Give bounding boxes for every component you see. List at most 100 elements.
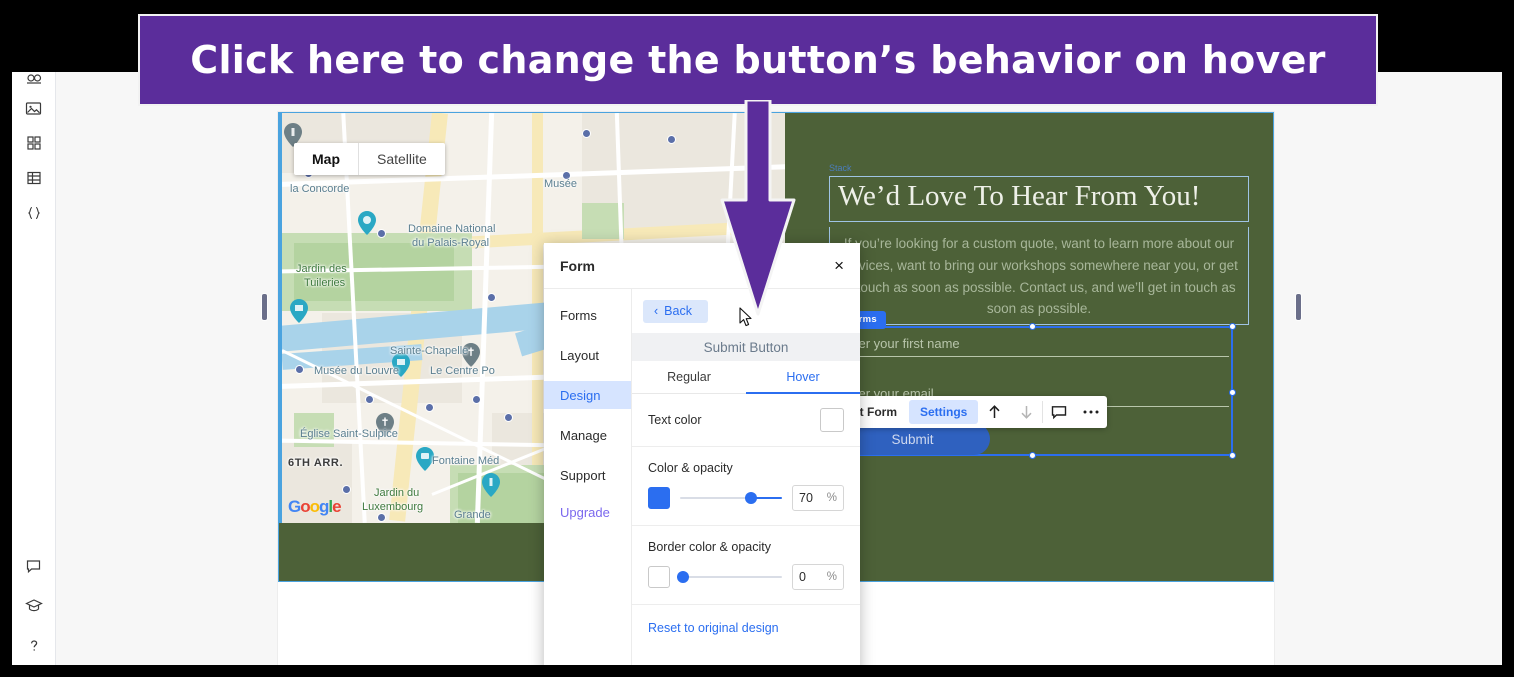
nav-item-design[interactable]: Design: [544, 381, 631, 409]
map-label: Sainte-Chapelle: [390, 345, 469, 357]
stack-label: Stack: [829, 163, 852, 173]
map-label: Église Saint-Sulpice: [300, 428, 398, 440]
resize-handle-br[interactable]: [1229, 452, 1236, 459]
contact-section[interactable]: Stack We’d Love To Hear From You! If you…: [828, 163, 1249, 459]
map-poi-pin[interactable]: [358, 211, 376, 235]
settings-button[interactable]: Settings: [909, 400, 979, 424]
slider-thumb[interactable]: [745, 492, 758, 504]
table-icon[interactable]: [19, 165, 49, 191]
percent-sign: %: [826, 571, 837, 583]
map-label: Luxembourg: [362, 501, 424, 513]
sidebar-top-icons: [19, 72, 49, 226]
resize-handle-bc[interactable]: [1029, 452, 1036, 459]
map-marker-dot[interactable]: [582, 129, 591, 138]
map-marker-dot[interactable]: [487, 293, 496, 302]
color-opacity-label: Color & opacity: [648, 461, 733, 475]
nav-item-layout[interactable]: Layout: [544, 341, 631, 369]
move-down-icon[interactable]: [1010, 396, 1042, 428]
page-paragraph: If you’re looking for a custom quote, wa…: [840, 235, 1238, 317]
academy-cap-icon[interactable]: [19, 593, 49, 619]
close-icon[interactable]: ×: [834, 257, 844, 274]
map-marker-dot[interactable]: [342, 485, 351, 494]
panel-header: Form ×: [544, 243, 860, 289]
resize-handle-tc[interactable]: [1029, 323, 1036, 330]
comment-icon[interactable]: [1043, 396, 1075, 428]
canvas-left-resize-handle[interactable]: [262, 294, 267, 320]
map-poi-pin[interactable]: [290, 299, 308, 323]
form-widget[interactable]: Enter your first name Enter your email S…: [828, 323, 1236, 459]
map-marker-dot[interactable]: [377, 229, 386, 238]
apps-grid-icon[interactable]: [19, 130, 49, 156]
sidebar-bottom-icons: [19, 553, 49, 665]
map-label: Domaine National: [408, 223, 496, 235]
help-question-icon[interactable]: [19, 633, 49, 659]
left-sidebar: [12, 72, 56, 665]
text-color-swatch[interactable]: [820, 408, 844, 432]
form-settings-panel[interactable]: Form × Forms Layout Design Manage Suppor…: [544, 243, 860, 665]
border-opacity-value[interactable]: 0 %: [792, 564, 844, 590]
tab-hover[interactable]: Hover: [746, 361, 860, 393]
map-marker-dot[interactable]: [295, 365, 304, 374]
color-opacity-value[interactable]: 70 %: [792, 485, 844, 511]
map-label: Jardin du: [374, 487, 420, 499]
first-name-underline: [839, 356, 1229, 357]
map-label: la Concorde: [290, 183, 350, 195]
border-opacity-slider[interactable]: [677, 570, 782, 584]
state-tabs[interactable]: Regular Hover: [632, 361, 860, 394]
nav-item-support[interactable]: Support: [544, 461, 631, 489]
text-color-row[interactable]: Text color: [632, 394, 860, 447]
map-poi-pin[interactable]: [482, 473, 500, 497]
more-options-icon[interactable]: [1075, 396, 1107, 428]
resize-handle-mr[interactable]: [1229, 389, 1236, 396]
map-marker-dot[interactable]: [504, 413, 513, 422]
fill-color-swatch[interactable]: [648, 487, 670, 509]
panel-nav[interactable]: Forms Layout Design Manage Support Upgra…: [544, 289, 631, 665]
border-color-swatch[interactable]: [648, 566, 670, 588]
instruction-callout-text: Click here to change the button’s behavi…: [190, 38, 1326, 82]
percent-sign: %: [826, 492, 837, 504]
callout-arrow: [720, 100, 796, 316]
map-tab-satellite[interactable]: Satellite: [358, 143, 445, 175]
canvas-right-resize-handle[interactable]: [1296, 294, 1301, 320]
color-opacity-section: Color & opacity 70 %: [632, 447, 860, 526]
panel-main: ‹ Back Submit Button Regular Hover Text …: [631, 289, 860, 665]
pages-icon[interactable]: [19, 72, 49, 86]
map-marker-dot[interactable]: [472, 395, 481, 404]
border-color-opacity-label: Border color & opacity: [648, 540, 771, 554]
map-label: Musée du Louvre: [314, 365, 399, 377]
upgrade-link[interactable]: Upgrade: [544, 505, 631, 520]
map-type-switcher[interactable]: Map Satellite: [294, 143, 445, 175]
tab-regular[interactable]: Regular: [632, 361, 746, 393]
image-icon[interactable]: [19, 95, 49, 121]
nav-item-manage[interactable]: Manage: [544, 421, 631, 449]
map-marker-dot[interactable]: [377, 513, 386, 522]
reset-design-link[interactable]: Reset to original design: [632, 605, 860, 651]
move-up-icon[interactable]: [978, 396, 1010, 428]
panel-title: Form: [560, 257, 595, 274]
text-color-label: Text color: [648, 413, 702, 427]
border-opacity-number: 0: [799, 570, 806, 584]
map-tab-map[interactable]: Map: [294, 143, 358, 175]
mouse-cursor: [739, 307, 752, 327]
map-marker-dot[interactable]: [667, 135, 676, 144]
color-opacity-slider[interactable]: [680, 491, 782, 505]
element-toolbar[interactable]: Edit Form Settings: [829, 396, 1108, 428]
slider-thumb[interactable]: [677, 571, 690, 583]
map-district-label: 6TH ARR.: [288, 457, 344, 469]
back-button[interactable]: ‹ Back: [643, 300, 708, 323]
color-opacity-number: 70: [799, 491, 813, 505]
map-label: Grande: [454, 509, 491, 521]
code-braces-icon[interactable]: [19, 200, 49, 226]
heading-container[interactable]: We’d Love To Hear From You!: [829, 176, 1249, 222]
nav-item-forms[interactable]: Forms: [544, 301, 631, 329]
chevron-left-icon: ‹: [654, 304, 659, 318]
map-marker-dot[interactable]: [365, 395, 374, 404]
map-marker-dot[interactable]: [425, 403, 434, 412]
resize-handle-tr[interactable]: [1229, 323, 1236, 330]
map-label: Fontaine Méd: [432, 455, 500, 467]
back-button-label: Back: [664, 304, 692, 318]
chat-icon[interactable]: [19, 553, 49, 579]
border-color-opacity-section: Border color & opacity 0 %: [632, 526, 860, 605]
paragraph-container[interactable]: If you’re looking for a custom quote, wa…: [829, 226, 1249, 326]
instruction-callout: Click here to change the button’s behavi…: [138, 14, 1378, 106]
